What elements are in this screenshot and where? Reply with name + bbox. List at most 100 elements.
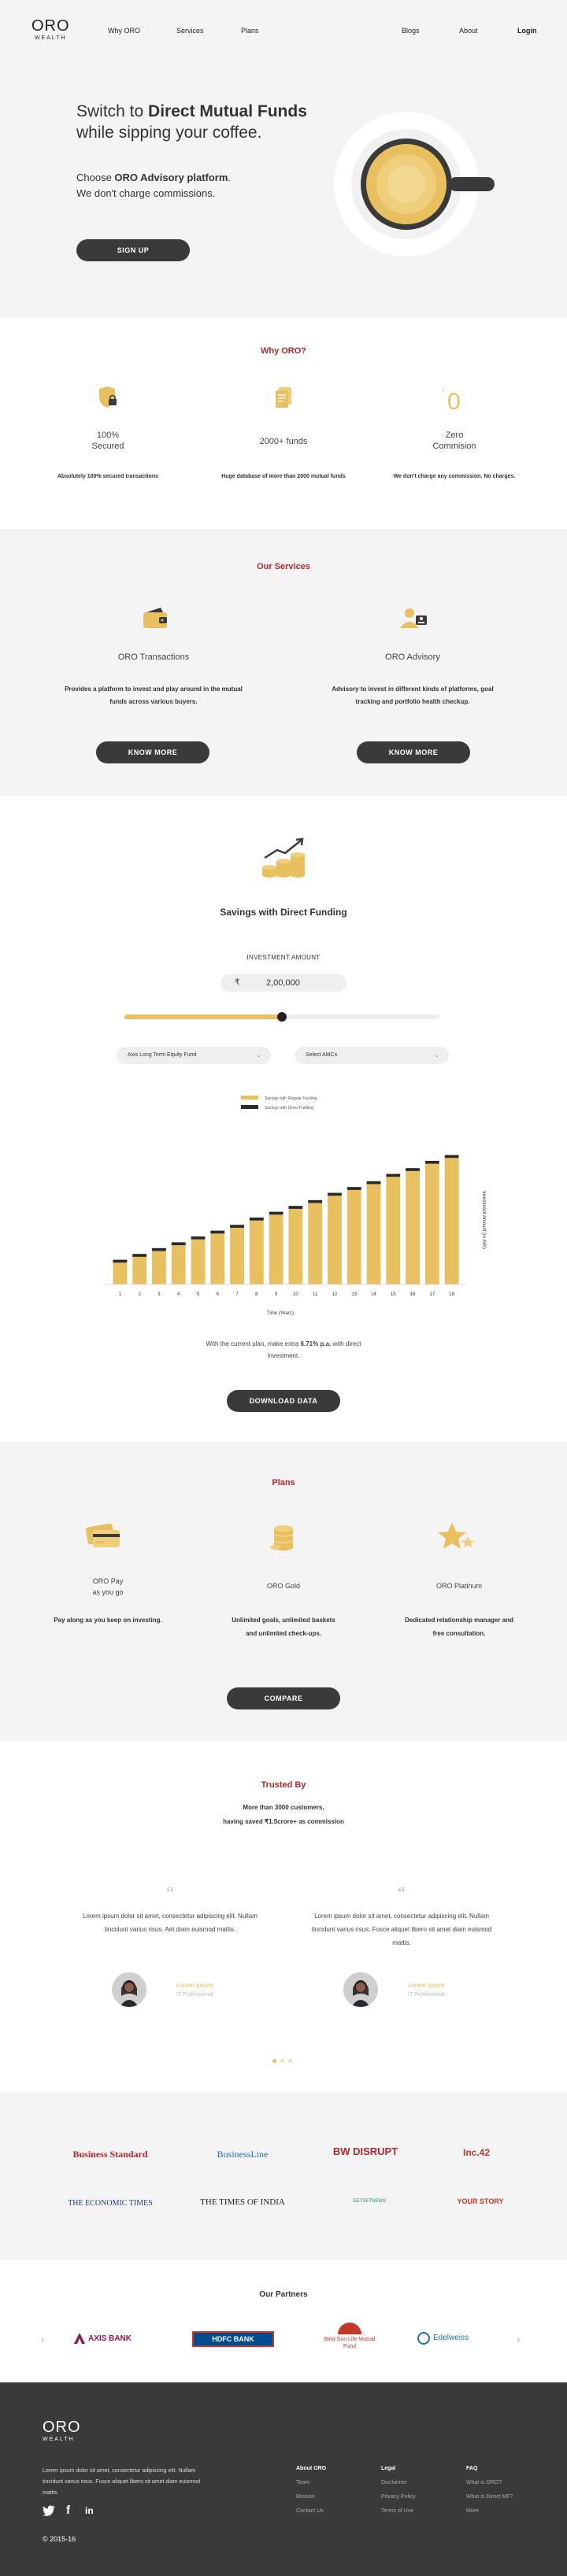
- trusted-subtext-line1: More than 3000 customers,: [243, 1804, 324, 1811]
- footer-link-team[interactable]: Team: [296, 2480, 309, 2485]
- signup-button[interactable]: SIGN UP: [76, 239, 190, 261]
- amount-slider-knob[interactable]: [277, 1012, 287, 1022]
- feature-secured-title: 100% Secured: [91, 431, 124, 451]
- know-more-transactions-button[interactable]: KNOW MORE: [96, 741, 209, 763]
- nav-why-oro[interactable]: Why ORO: [108, 27, 140, 35]
- investment-amount-input[interactable]: ₹ 2,00,000: [220, 974, 346, 992]
- documents-icon: [276, 387, 291, 408]
- legend-swatch: [241, 1105, 258, 1109]
- bar-regular: [230, 1227, 244, 1284]
- linkedin-icon[interactable]: in: [85, 2505, 94, 2516]
- bar-direct: [132, 1254, 147, 1257]
- service-transactions-desc: Provides a platform to invest and play a…: [65, 686, 243, 705]
- hero-subtext: Choose ORO Advisory platform. We don't c…: [76, 170, 231, 201]
- footer-link-contact[interactable]: Contact Us: [296, 2508, 324, 2514]
- bar-direct: [366, 1181, 381, 1185]
- plan-gold-title: ORO Gold: [266, 1582, 300, 1590]
- bar-direct: [152, 1247, 166, 1251]
- footer-logo[interactable]: ORO WEALTH: [43, 2419, 81, 2442]
- savings-note-bold: 6.71% p.a.: [300, 1340, 332, 1347]
- nav-services[interactable]: Services: [176, 27, 204, 35]
- bar-regular: [328, 1196, 342, 1284]
- chevron-down-icon: ⌄: [256, 1051, 261, 1059]
- footer-col-about-heading: About ORO: [296, 2466, 327, 2471]
- testimonial-role: IT Professional: [408, 1992, 445, 1998]
- bar-regular: [444, 1158, 459, 1284]
- facebook-icon[interactable]: f: [66, 2504, 70, 2517]
- testimonial-role: IT Professional: [176, 1992, 213, 1998]
- savings-section: Savings with Direct Funding INVESTMENT A…: [0, 796, 567, 1442]
- plans-title: Plans: [272, 1478, 295, 1488]
- bar-direct: [328, 1192, 342, 1196]
- axis-bank-icon: [74, 2333, 85, 2344]
- media-logo-inc42: Inc.42: [462, 2147, 491, 2158]
- shield-lock-icon: [99, 386, 117, 408]
- media-logo-economic-times: THE ECONOMIC TIMES: [68, 2199, 153, 2208]
- partner-logo-edelweiss: Edelweiss: [417, 2330, 488, 2349]
- carousel-dot[interactable]: [288, 2059, 292, 2063]
- rupee-symbol: ₹: [235, 978, 240, 987]
- investment-amount-label: INVESTMENT AMOUNT: [246, 954, 321, 961]
- hero-subtext-suffix: .: [228, 172, 232, 183]
- footer-link-privacy[interactable]: Privacy Policy: [381, 2494, 416, 2500]
- footer-logo-text: ORO: [43, 2419, 81, 2436]
- credit-card-icon: [85, 1523, 120, 1547]
- plan-gold-desc: Unlimited goals, unlimited baskets and u…: [232, 1617, 335, 1637]
- savings-note: With the current plan, make extra 6.71% …: [189, 1338, 378, 1362]
- compare-button[interactable]: COMPARE: [227, 1687, 340, 1709]
- hero-subtext-prefix: Choose: [76, 172, 115, 183]
- plans-section: Plans ORO Pay as you go Pay along as you…: [0, 1442, 567, 1741]
- trusted-subtext: More than 3000 customers, having saved ₹…: [0, 1801, 567, 1829]
- services-title: Our Services: [257, 562, 310, 571]
- service-transactions-title: ORO Transactions: [117, 652, 190, 662]
- amc-select[interactable]: Select AMCs ⌄: [295, 1047, 449, 1064]
- nav-plans[interactable]: Plans: [241, 27, 259, 35]
- footer-link-terms[interactable]: Terms of Use: [381, 2508, 413, 2514]
- hero-subtext-bold: ORO Advisory platform: [114, 172, 228, 183]
- testimonial-quote: Lorem ipsum dolor sit amet, consectetur …: [83, 1913, 258, 1933]
- chevron-right-icon[interactable]: ›: [517, 2333, 521, 2345]
- advisor-icon: [400, 608, 427, 628]
- know-more-advisory-button[interactable]: KNOW MORE: [357, 741, 470, 763]
- logo[interactable]: ORO WEALTH: [32, 17, 70, 41]
- bar-direct: [191, 1236, 206, 1240]
- bar-direct: [424, 1160, 439, 1164]
- hero-section: Switch to Direct Mutual Funds while sipp…: [0, 60, 567, 318]
- avatar: [343, 1972, 378, 2007]
- trusted-subtext-line2: having saved ₹1.5crore+ as commission: [223, 1818, 344, 1825]
- legend-swatch: [241, 1096, 258, 1100]
- carousel-dot-active[interactable]: [272, 2059, 276, 2063]
- chevron-left-icon[interactable]: ‹: [41, 2333, 45, 2345]
- footer-link-mission[interactable]: Mission: [296, 2494, 315, 2500]
- legend-label: Savings with Regular Funding: [265, 1096, 317, 1101]
- feature-funds-title: 2000+ funds: [259, 437, 308, 446]
- amount-slider-fill: [124, 1015, 282, 1019]
- bar-regular: [406, 1170, 420, 1284]
- footer-link-more[interactable]: More: [466, 2508, 479, 2514]
- amount-slider[interactable]: [124, 1012, 439, 1022]
- savings-title: Savings with Direct Funding: [220, 907, 347, 918]
- download-data-button[interactable]: DOWNLOAD DATA: [227, 1390, 340, 1412]
- services-section: Our Services ORO Transactions Provides a…: [0, 529, 567, 796]
- partner-name: AXIS BANK: [88, 2334, 132, 2343]
- nav-blogs[interactable]: Blogs: [402, 27, 420, 35]
- service-advisory-title: ORO Advisory: [385, 652, 440, 662]
- footer-link-what-is-oro[interactable]: What is ORO?: [466, 2480, 502, 2485]
- fund-select[interactable]: Axis Long Term Equity Fund ⌄: [117, 1047, 271, 1064]
- media-section: Business Standard BusinessLine BW DISRUP…: [0, 2092, 567, 2260]
- twitter-icon[interactable]: [43, 2505, 55, 2516]
- partner-name: Birla Sun Life Mutual Fund: [324, 2337, 376, 2349]
- nav-about[interactable]: About: [459, 27, 478, 35]
- x-tick-label: 14: [371, 1292, 376, 1297]
- bar-direct: [288, 1206, 303, 1209]
- feature-zero-commission-title: Zero Commision: [432, 431, 476, 451]
- bar-regular: [346, 1189, 361, 1284]
- nav-login[interactable]: Login: [517, 27, 537, 35]
- footer-link-what-is-direct-mf[interactable]: What is Direct MF?: [466, 2494, 513, 2500]
- testimonial-quote: Lorem ipsum dolor sit amet, consectetur …: [311, 1913, 492, 1946]
- svg-text:0: 0: [447, 389, 461, 412]
- chevron-down-icon: ⌄: [434, 1051, 439, 1059]
- copyright: © 2015-16: [43, 2535, 76, 2543]
- carousel-dot[interactable]: [280, 2059, 284, 2063]
- footer-link-disclaimer[interactable]: Disclaimer: [381, 2480, 407, 2485]
